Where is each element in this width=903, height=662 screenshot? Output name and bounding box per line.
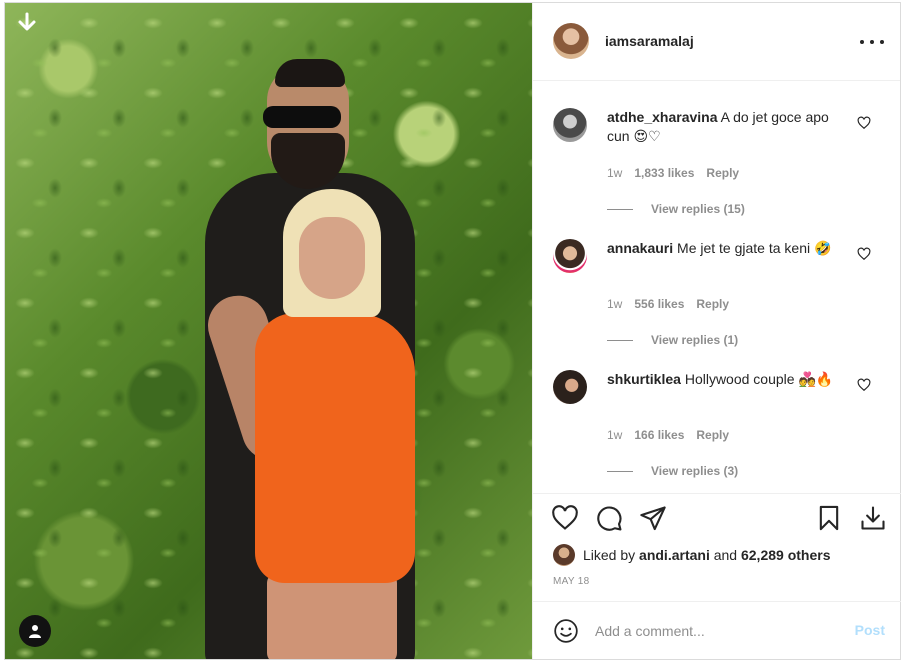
post-date[interactable]: MAY 18 [553,576,589,587]
post-frame: iamsaramalaj atdhe_xharavina A do jet go… [4,2,901,660]
paper-plane-icon[interactable] [639,504,667,532]
post-username[interactable]: iamsaramalaj [605,33,694,49]
comment-text-block: atdhe_xharavina A do jet goce apo cun 😍♡ [607,108,852,147]
comment-text: Hollywood couple [684,371,795,387]
bookmark-icon[interactable] [815,504,843,532]
replies-divider [607,470,633,472]
comment-list[interactable]: atdhe_xharavina A do jet goce apo cun 😍♡… [533,82,901,492]
comment-meta: 1w 556 likes Reply [607,297,729,311]
view-replies-link[interactable]: View replies (15) [607,202,745,216]
commenter-avatar-icon[interactable] [553,370,587,404]
photo-woman-face [299,217,365,299]
view-replies-label: View replies (1) [651,333,739,347]
comment-input[interactable] [595,618,835,644]
liked-by-and: and [713,547,738,563]
view-replies-link[interactable]: View replies (3) [607,464,738,478]
view-replies-label: View replies (3) [651,464,739,478]
post-photo[interactable] [5,3,532,659]
download-icon[interactable] [859,504,887,532]
photo-sunglasses [263,106,341,128]
comment-like-heart-icon[interactable] [857,378,871,392]
comment-likes-count[interactable]: 1,833 likes [634,166,694,180]
photo-man-hair [275,59,345,87]
comment-text-block: shkurtiklea Hollywood couple 💑🔥 [607,370,852,390]
liked-by-row: Liked by andi.artani and 62,289 others [553,544,830,566]
comment-emoji: 😍♡ [633,129,661,145]
replies-divider [607,339,633,341]
comment-like-heart-icon[interactable] [857,247,871,261]
replies-divider [607,208,633,210]
add-comment-bar: Post [533,601,901,659]
comment-age: 1w [607,297,623,311]
comment-age: 1w [607,166,623,180]
more-options-icon[interactable] [860,33,884,51]
profile-avatar-icon[interactable] [553,23,589,59]
comment-username[interactable]: atdhe_xharavina [607,109,718,125]
commenter-avatar-icon[interactable] [553,108,587,142]
reply-button[interactable]: Reply [696,297,729,311]
liked-by-prefix: Liked by [583,547,636,563]
comment-emoji: 💑🔥 [798,372,834,388]
view-replies-link[interactable]: View replies (1) [607,333,738,347]
post-header: iamsaramalaj [533,3,900,81]
view-replies-label: View replies (15) [651,202,745,216]
comment-meta: 1w 1,833 likes Reply [607,166,739,180]
comment-likes-count[interactable]: 166 likes [634,428,684,442]
post-details-pane: iamsaramalaj atdhe_xharavina A do jet go… [532,3,901,659]
comment-username[interactable]: shkurtiklea [607,371,681,387]
reply-button[interactable]: Reply [706,166,739,180]
download-arrow-icon[interactable] [15,11,39,35]
reply-button[interactable]: Reply [696,428,729,442]
likes-others-count[interactable]: 62,289 others [741,547,831,563]
liker-avatar-icon[interactable] [553,544,575,566]
post-comment-button[interactable]: Post [855,622,885,638]
comment-bubble-icon[interactable] [595,504,623,532]
comment-age: 1w [607,428,623,442]
heart-icon[interactable] [551,504,579,532]
photo-woman-legs [267,573,397,659]
comment-like-heart-icon[interactable] [857,116,871,130]
photo-orange-dress [255,313,415,583]
emoji-icon[interactable] [553,618,579,644]
comment-username[interactable]: annakauri [607,240,673,256]
liker-username[interactable]: andi.artani [639,547,710,563]
person-icon [29,625,41,638]
comment-text-block: annakauri Me jet te gjate ta keni 🤣 [607,239,852,259]
comment-emoji: 🤣 [814,241,832,257]
comment-text: Me jet te gjate ta keni [677,240,811,256]
comment-meta: 1w 166 likes Reply [607,428,729,442]
user-tag-icon[interactable] [19,615,51,647]
comment-likes-count[interactable]: 556 likes [634,297,684,311]
commenter-avatar-icon[interactable] [553,239,587,273]
post-actions: Liked by andi.artani and 62,289 others M… [533,493,901,603]
